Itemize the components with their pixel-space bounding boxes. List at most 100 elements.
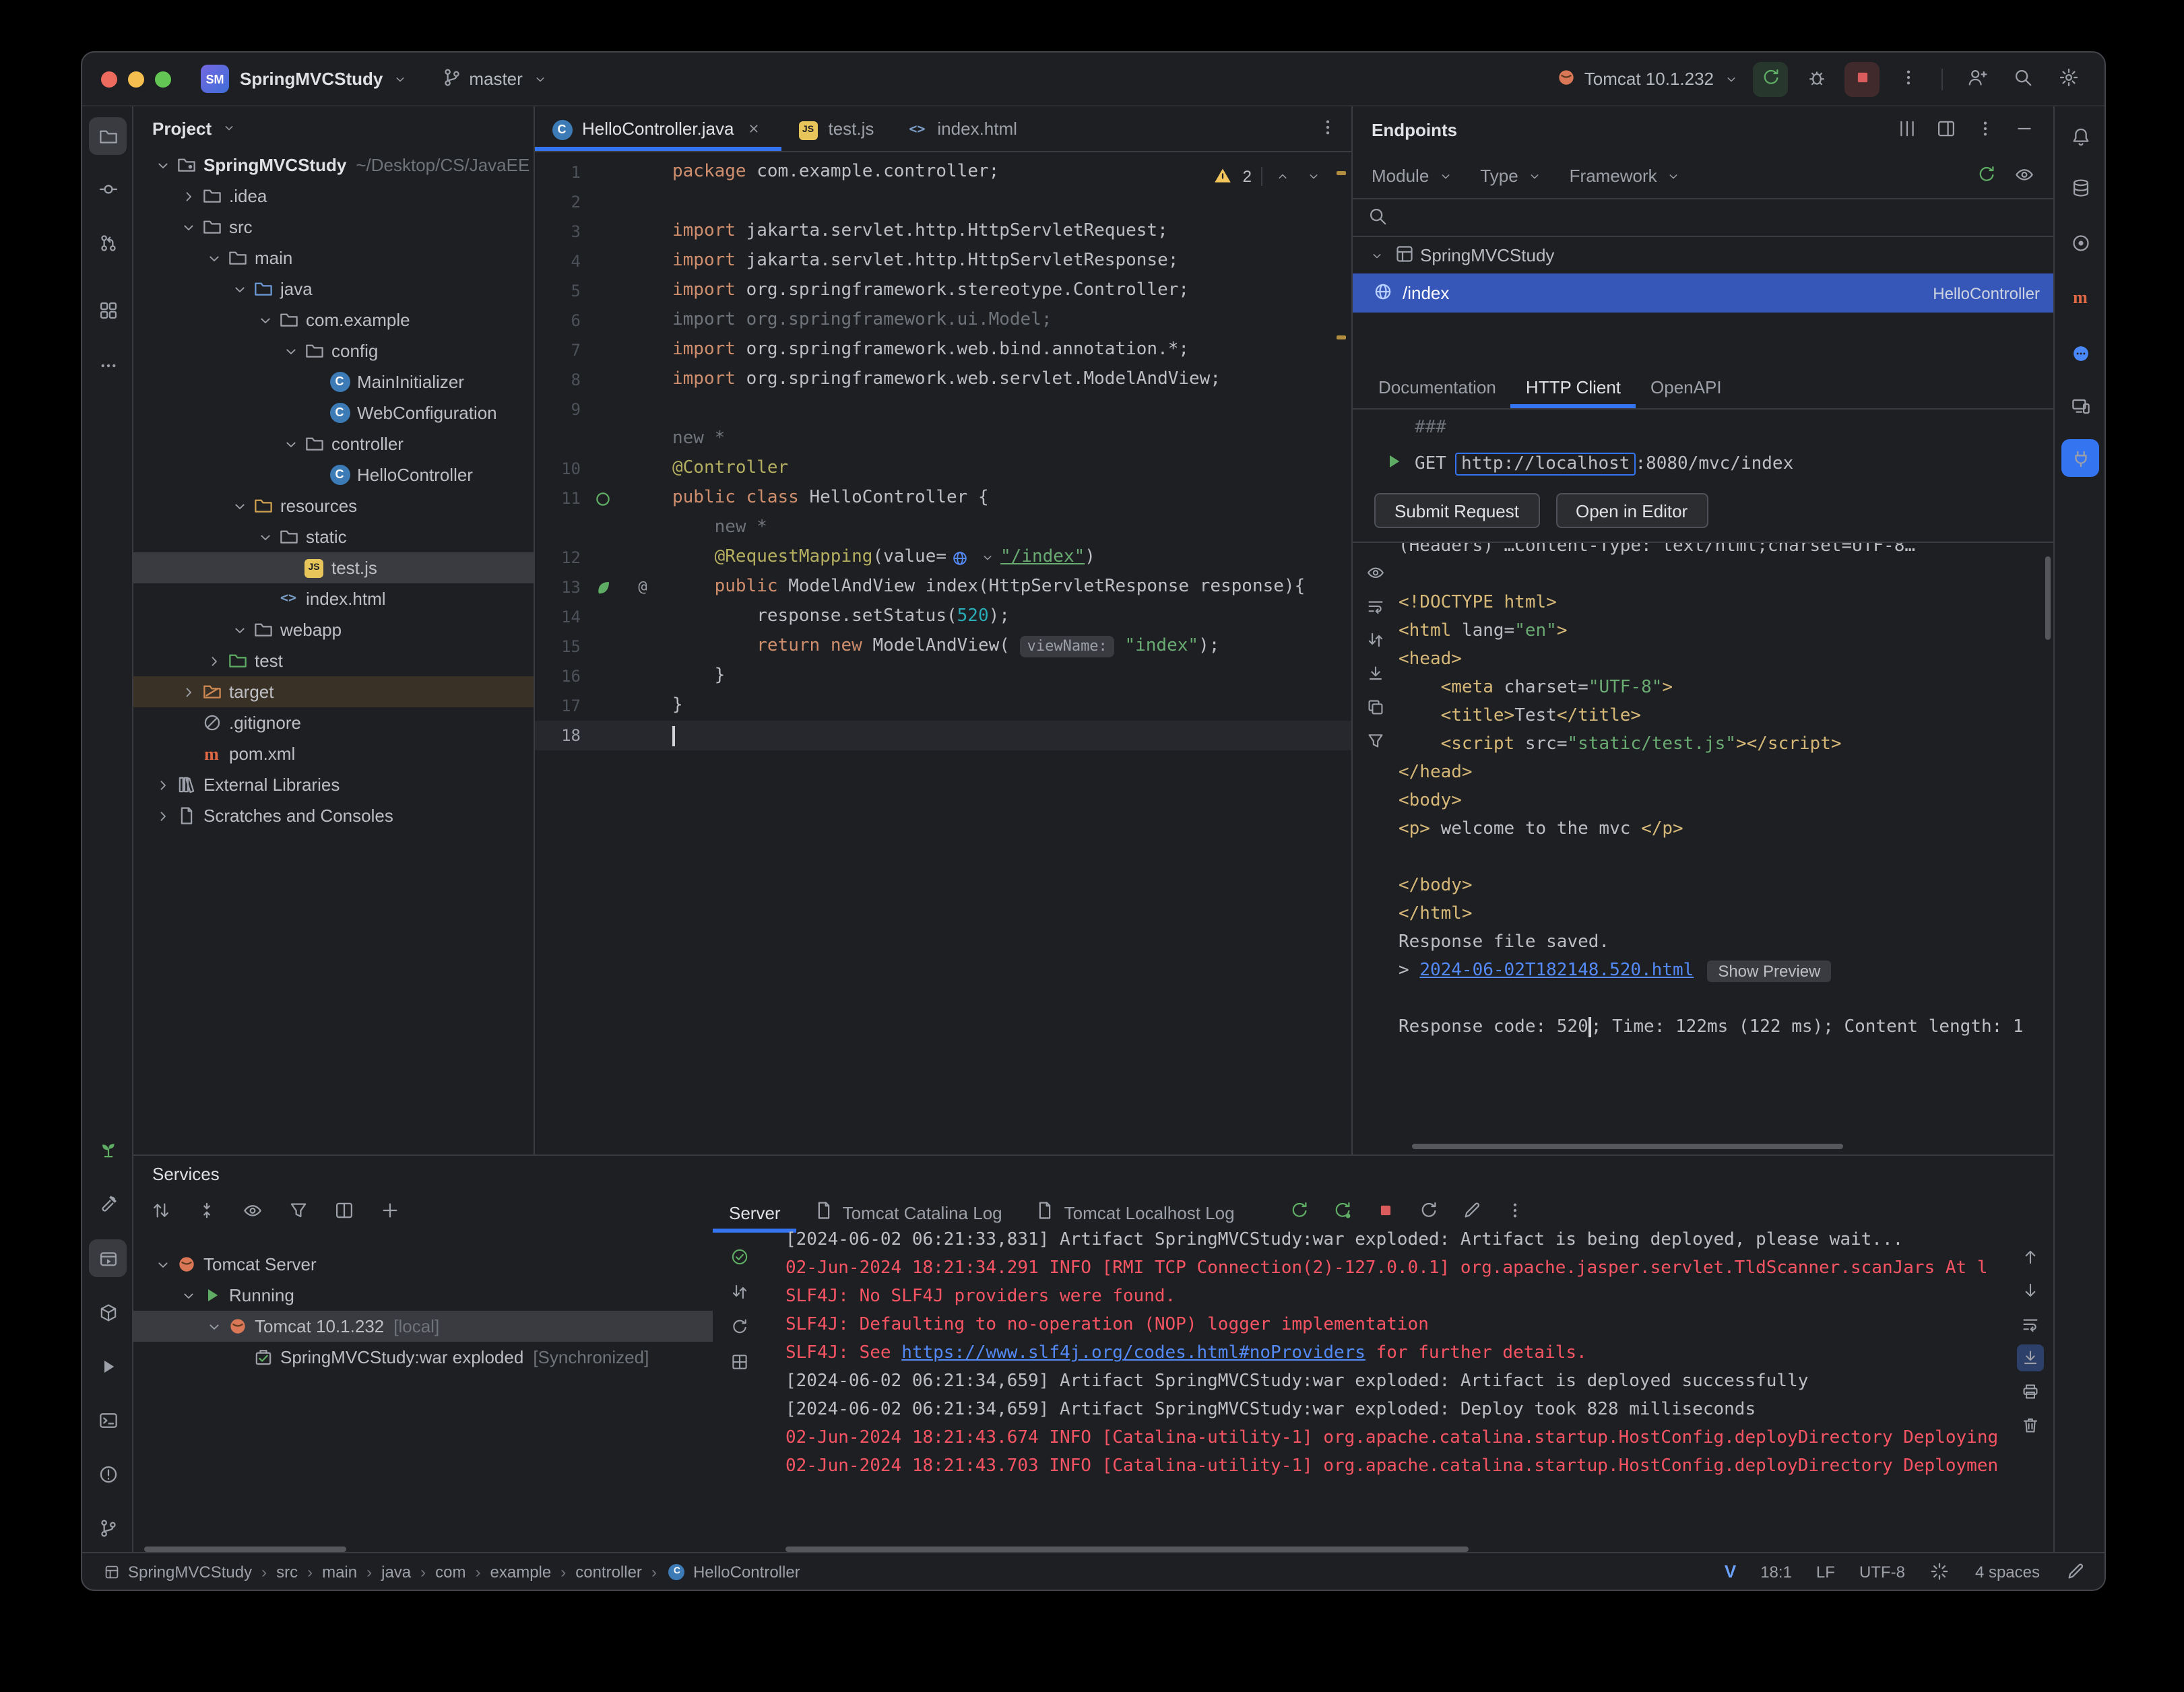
tab-options-button[interactable] bbox=[1316, 106, 1351, 151]
next-warning-icon[interactable] bbox=[1303, 166, 1324, 188]
background-tasks-icon[interactable] bbox=[1929, 1561, 1951, 1582]
project-item-maininitializer[interactable]: C MainInitializer bbox=[133, 366, 534, 397]
breadcrumb-item[interactable]: main bbox=[322, 1562, 357, 1581]
updown-button[interactable] bbox=[150, 1200, 171, 1225]
project-item-static[interactable]: static bbox=[133, 521, 534, 552]
eye-button[interactable] bbox=[2013, 164, 2034, 189]
vertical-scrollbar[interactable] bbox=[2045, 556, 2051, 640]
swap-button[interactable] bbox=[1362, 626, 1389, 653]
down-button[interactable] bbox=[2017, 1277, 2044, 1304]
project-item-scratches-and-consoles[interactable]: Scratches and Consoles bbox=[133, 800, 534, 831]
editor-body[interactable]: 1 package com.example.controller; 2 3 import… bbox=[535, 152, 1351, 1154]
project-item-index-html[interactable]: <> index.html bbox=[133, 583, 534, 614]
collapse-button[interactable] bbox=[195, 1200, 217, 1225]
project-item-src[interactable]: src bbox=[133, 212, 534, 242]
indent-widget[interactable]: 4 spaces bbox=[1975, 1562, 2040, 1581]
show-preview-button[interactable]: Show Preview bbox=[1707, 960, 1832, 981]
project-item--gitignore[interactable]: .gitignore bbox=[133, 707, 534, 738]
edit-button[interactable] bbox=[1461, 1200, 1483, 1225]
grid-button[interactable] bbox=[726, 1348, 753, 1375]
sync-button[interactable] bbox=[1975, 164, 1997, 189]
service-item-springmvcstudy-war-exploded[interactable]: SpringMVCStudy:war exploded [Synchronized… bbox=[133, 1342, 713, 1373]
submit-request-button[interactable]: Submit Request bbox=[1374, 493, 1539, 528]
endpoints-search-field[interactable] bbox=[1353, 198, 2053, 237]
maven-tool-button[interactable]: m bbox=[2061, 279, 2099, 317]
split-button[interactable] bbox=[333, 1200, 354, 1225]
pull-requests-tool-button[interactable] bbox=[89, 224, 127, 261]
at-icon[interactable]: @ bbox=[632, 577, 653, 598]
project-item-target[interactable]: target bbox=[133, 676, 534, 707]
previous-warning-icon[interactable] bbox=[1272, 166, 1293, 188]
code-line[interactable]: 15 return new ModelAndView( viewName: "i… bbox=[535, 632, 1351, 661]
endpoints-module-group[interactable]: SpringMVCStudy bbox=[1353, 237, 2053, 273]
code-line[interactable]: new * bbox=[535, 424, 1351, 454]
refresh-button[interactable] bbox=[726, 1313, 753, 1340]
plant-tool-button[interactable] bbox=[89, 1130, 127, 1168]
print-button[interactable] bbox=[2017, 1378, 2044, 1405]
version-control-tool-button[interactable] bbox=[89, 1509, 127, 1547]
request-url-selected[interactable]: http://localhost bbox=[1455, 452, 1636, 475]
problems-tool-button[interactable] bbox=[89, 1455, 127, 1493]
code-line[interactable]: 6 import org.springframework.ui.Model; bbox=[535, 306, 1351, 335]
breadcrumb-item[interactable]: src bbox=[276, 1562, 298, 1581]
tab-openapi[interactable]: OpenAPI bbox=[1636, 365, 1737, 408]
project-item-test-js[interactable]: JS test.js bbox=[133, 552, 534, 583]
refresh-button[interactable] bbox=[1418, 1200, 1440, 1225]
funnel-button[interactable] bbox=[287, 1200, 309, 1225]
project-item-test[interactable]: test bbox=[133, 645, 534, 676]
rerun-debug-button[interactable] bbox=[1332, 1200, 1353, 1225]
code-line[interactable]: 8 import org.springframework.web.servlet.… bbox=[535, 365, 1351, 395]
line-separator-widget[interactable]: LF bbox=[1816, 1562, 1835, 1581]
project-tool-button[interactable] bbox=[89, 117, 127, 155]
close-window-button[interactable] bbox=[101, 71, 117, 87]
trash-button[interactable] bbox=[2017, 1412, 2044, 1439]
breadcrumb-item[interactable]: SpringMVCStudy bbox=[101, 1561, 252, 1582]
code-with-me-button[interactable] bbox=[1959, 61, 1994, 96]
project-item-resources[interactable]: resources bbox=[133, 490, 534, 521]
server-console[interactable]: [2024-06-02 06:21:33,831] Artifact Sprin… bbox=[767, 1226, 2008, 1555]
encoding-widget[interactable]: UTF-8 bbox=[1859, 1562, 1905, 1581]
more-h-tool-button[interactable] bbox=[89, 346, 127, 384]
scroll-end-button[interactable] bbox=[2017, 1344, 2044, 1371]
notifications-tool-button[interactable] bbox=[2061, 117, 2099, 155]
code-line[interactable]: 3 import jakarta.servlet.http.HttpServlet… bbox=[535, 217, 1351, 247]
run-config-selector[interactable]: Tomcat 10.1.232 bbox=[1556, 67, 1742, 92]
run-request-icon[interactable] bbox=[1382, 451, 1404, 477]
minimize-window-button[interactable] bbox=[128, 71, 144, 87]
structure-tool-button[interactable] bbox=[89, 291, 127, 329]
add-button[interactable] bbox=[379, 1200, 400, 1225]
code-line[interactable]: 5 import org.springframework.stereotype.C… bbox=[535, 276, 1351, 306]
project-item-com-example[interactable]: com.example bbox=[133, 304, 534, 335]
tab-test-js[interactable]: JS test.js bbox=[781, 106, 890, 151]
devices-tool-button[interactable] bbox=[2061, 387, 2099, 424]
funnel-button[interactable] bbox=[1362, 727, 1389, 754]
open-in-editor-button[interactable]: Open in Editor bbox=[1555, 493, 1708, 528]
project-item-external-libraries[interactable]: External Libraries bbox=[133, 769, 534, 800]
breadcrumb-item[interactable]: controller bbox=[575, 1562, 642, 1581]
warning-stripe-mark[interactable] bbox=[1337, 171, 1346, 175]
project-item-hellocontroller[interactable]: C HelloController bbox=[133, 459, 534, 490]
tab-index-html[interactable]: <> index.html bbox=[890, 106, 1033, 151]
rerun-button[interactable] bbox=[1289, 1200, 1310, 1225]
project-item-controller[interactable]: controller bbox=[133, 428, 534, 459]
run-tool-button[interactable] bbox=[89, 1347, 127, 1385]
service-item-tomcat-server[interactable]: Tomcat Server bbox=[133, 1249, 713, 1280]
columns-button[interactable] bbox=[1896, 118, 1917, 143]
more-actions-button[interactable] bbox=[1890, 61, 1925, 96]
soft-wrap-button[interactable] bbox=[2017, 1311, 2044, 1338]
endpoint-item-index[interactable]: /index HelloController bbox=[1353, 273, 2053, 313]
link[interactable]: https://www.slf4j.org/codes.html#noProvi… bbox=[901, 1343, 1366, 1363]
code-line[interactable]: 16 } bbox=[535, 661, 1351, 691]
zoom-window-button[interactable] bbox=[155, 71, 171, 87]
http-response-console[interactable]: (Headers) …Content-Type: text/html;chars… bbox=[1353, 542, 2053, 1154]
project-item-java[interactable]: java bbox=[133, 273, 534, 304]
inspection-widget[interactable]: 2 bbox=[1212, 164, 1324, 189]
commit-tool-button[interactable] bbox=[89, 170, 127, 207]
code-line[interactable]: 10 @Controller bbox=[535, 454, 1351, 484]
eye-button[interactable] bbox=[1362, 559, 1389, 586]
services-tool-button[interactable] bbox=[89, 1239, 127, 1277]
link[interactable]: 2024-06-02T182148.520.html bbox=[1419, 961, 1694, 981]
close-tab-icon[interactable] bbox=[743, 118, 765, 140]
http-request-line[interactable]: GET http://localhost :8080/mvc/index bbox=[1353, 447, 2053, 480]
branch-selector[interactable]: master bbox=[441, 67, 550, 92]
